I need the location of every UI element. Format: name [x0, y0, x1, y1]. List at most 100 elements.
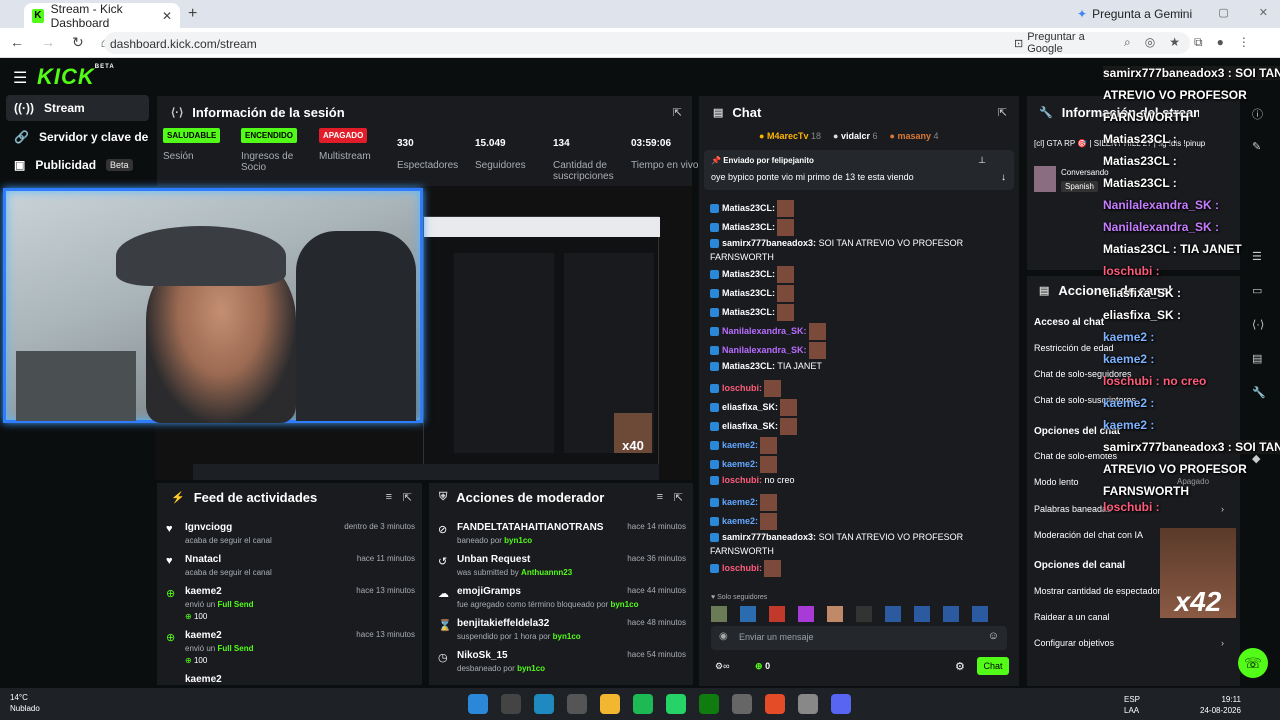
obs-icon[interactable] [798, 694, 818, 714]
chrome-icon[interactable] [765, 694, 785, 714]
action-row[interactable]: Moderación del chat con IA [1034, 530, 1143, 540]
chat-username[interactable]: loschubi: [722, 383, 762, 393]
window-controls[interactable]: — ▢ ✕ [1177, 6, 1268, 19]
whatsapp-icon[interactable] [666, 694, 686, 714]
new-tab-button[interactable]: + [188, 5, 197, 23]
layers-icon[interactable]: ▤ [1252, 352, 1262, 365]
edit-icon[interactable]: ✎ [1252, 140, 1261, 153]
emote-icon[interactable] [972, 606, 988, 622]
emoji-icon[interactable]: ☺ [988, 630, 999, 642]
sidebar-item-stream[interactable]: ((·)) Stream [6, 95, 149, 121]
chat-input[interactable]: ◉ Enviar un mensaje ☺ [711, 626, 1007, 650]
sidebar-item-ads[interactable]: ▣ Publicidad Beta [6, 152, 149, 178]
chat-username[interactable]: Matias23CL: [722, 361, 775, 371]
chat-username[interactable]: kaeme2: [722, 516, 758, 526]
emote-icon[interactable] [827, 606, 843, 622]
chevron-right-icon[interactable]: › [1221, 638, 1224, 648]
store-icon[interactable] [567, 694, 587, 714]
action-row[interactable]: Palabras baneadas [1034, 504, 1112, 514]
extensions-icon[interactable]: ⧉ [1194, 35, 1203, 50]
chat-username[interactable]: Matias23CL: [722, 269, 775, 279]
chat-username[interactable]: kaeme2: [722, 440, 758, 450]
windows-start-icon[interactable] [468, 694, 488, 714]
chat-username[interactable]: loschubi: [722, 475, 762, 485]
filter-icon[interactable]: ≡ [657, 491, 663, 503]
close-window-icon[interactable]: ✕ [1259, 6, 1268, 19]
sidebar-item-server-key[interactable]: 🔗 Servidor y clave de retransmisión [6, 124, 149, 150]
edge-icon[interactable] [534, 694, 554, 714]
chat-send-button[interactable]: Chat [977, 657, 1009, 675]
reload-icon[interactable]: ↻ [72, 34, 84, 51]
app-icon[interactable] [732, 694, 752, 714]
hamburger-menu-icon[interactable]: ☰ [13, 68, 27, 88]
chat-username[interactable]: Nanilalexandra_SK: [722, 345, 807, 355]
back-icon[interactable]: ← [10, 34, 24, 51]
unpin-icon[interactable]: ⊥ [978, 155, 986, 166]
support-headset-icon[interactable]: ☏ [1238, 648, 1268, 678]
chat-username[interactable]: kaeme2: [722, 497, 758, 507]
chat-username[interactable]: Matias23CL: [722, 222, 775, 232]
top-gifter[interactable]: ● vidalcr 6 [833, 131, 878, 141]
settings-gear-icon[interactable]: ⚙ [955, 660, 965, 673]
kick-logo[interactable]: KICKBETA [37, 64, 115, 90]
chat-username[interactable]: samirx777baneadox3: [722, 238, 816, 248]
chat-username[interactable]: loschubi: [722, 563, 762, 573]
emote-icon[interactable] [740, 606, 756, 622]
url-text[interactable]: dashboard.kick.com/stream [110, 37, 257, 51]
top-gifter[interactable]: ● masany 4 [890, 131, 939, 141]
eye-slash-icon[interactable]: ◎ [1145, 35, 1155, 50]
language-indicator[interactable]: ESP LAA [1124, 694, 1140, 716]
chat-username[interactable]: Matias23CL: [722, 288, 775, 298]
xbox-icon[interactable] [699, 694, 719, 714]
activity-rail-icon[interactable]: ⟨·⟩ [1252, 318, 1264, 331]
popout-icon[interactable]: ⇱ [673, 106, 682, 119]
folder-icon[interactable] [600, 694, 620, 714]
wrench-rail-icon[interactable]: 🔧 [1252, 386, 1266, 399]
chat-tools-icon[interactable]: ⚙∞ [715, 661, 729, 672]
chat-rail-icon[interactable]: ▭ [1252, 284, 1262, 297]
weather-widget[interactable]: 14°C Nublado [10, 692, 40, 714]
forward-icon[interactable]: → [41, 34, 55, 51]
emote-icon[interactable] [798, 606, 814, 622]
action-row[interactable]: Raidear a un canal [1034, 612, 1110, 622]
emote-icon[interactable] [885, 606, 901, 622]
action-row[interactable]: Modo lento [1034, 477, 1079, 487]
list-icon[interactable]: ☰ [1252, 250, 1262, 263]
gemini-button[interactable]: ✦ Pregunta a Gemini [1077, 5, 1192, 23]
star-icon[interactable]: ★ [1169, 35, 1180, 50]
emote-icon[interactable] [943, 606, 959, 622]
chevron-right-icon[interactable]: › [1221, 504, 1224, 514]
ask-google-button[interactable]: ⊡ Preguntar a Google [1014, 31, 1114, 55]
chat-username[interactable]: eliasfixa_SK: [722, 421, 778, 431]
action-row[interactable]: Configurar objetivos [1034, 638, 1114, 648]
chat-username[interactable]: kaeme2: [722, 459, 758, 469]
emote-icon[interactable] [856, 606, 872, 622]
zoom-icon[interactable]: ⌕ [1124, 35, 1131, 50]
emote-icon[interactable] [914, 606, 930, 622]
menu-icon[interactable]: ⋮ [1238, 35, 1250, 50]
maximize-icon[interactable]: ▢ [1218, 6, 1228, 19]
action-row[interactable]: Restricción de edad [1034, 343, 1114, 353]
popout-icon[interactable]: ⇱ [998, 106, 1007, 119]
popout-icon[interactable]: ⇱ [403, 491, 412, 504]
close-tab-icon[interactable]: ✕ [162, 9, 172, 23]
profile-icon[interactable]: ● [1217, 35, 1224, 50]
discord-icon[interactable] [831, 694, 851, 714]
chat-username[interactable]: samirx777baneadox3: [722, 532, 816, 542]
browser-tab[interactable]: K Stream - Kick Dashboard ✕ [24, 2, 180, 30]
chat-username[interactable]: Nanilalexandra_SK: [722, 326, 807, 336]
system-clock[interactable]: 19:11 24-08-2026 [1200, 694, 1241, 716]
info-icon[interactable]: ⓘ [1252, 106, 1263, 122]
chat-username[interactable]: Matias23CL: [722, 307, 775, 317]
action-row[interactable]: Mostrar cantidad de espectadores [1034, 586, 1170, 596]
filter-icon[interactable]: ≡ [386, 491, 392, 503]
top-gifter[interactable]: ● M4arecTv 18 [759, 131, 821, 141]
emote-icon[interactable] [769, 606, 785, 622]
chat-username[interactable]: eliasfixa_SK: [722, 402, 778, 412]
spotify-icon[interactable] [633, 694, 653, 714]
emote-icon[interactable] [711, 606, 727, 622]
minimize-icon[interactable]: — [1177, 6, 1188, 19]
expand-icon[interactable]: ↓ [1001, 172, 1006, 183]
search-icon[interactable] [501, 694, 521, 714]
chat-username[interactable]: Matias23CL: [722, 203, 775, 213]
